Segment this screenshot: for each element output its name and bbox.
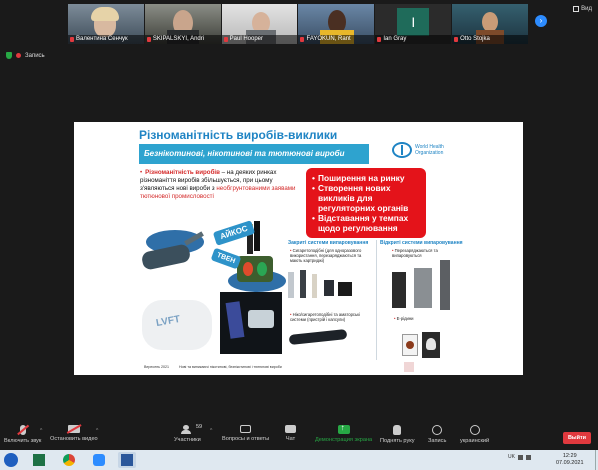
mic-muted-icon (454, 37, 459, 42)
vape-mod-image (414, 268, 432, 308)
participants-icon (181, 425, 193, 434)
stop-video-button[interactable]: Остановить видео (50, 422, 98, 450)
chat-icon (285, 425, 296, 433)
windows-taskbar: UK 12:29 07.09.2021 (0, 450, 598, 470)
open-systems-title: Відкриті системи випаровування (380, 240, 463, 246)
unmute-button[interactable]: Включить звук (4, 422, 41, 450)
participant-name: Otto Stojka (452, 35, 528, 44)
vape-mod-image (440, 260, 450, 310)
participant-initial: I (411, 14, 416, 30)
e-liquid-image (402, 334, 418, 356)
participant-strip: Валентина Сенчук SKIPALSKYI, Andri Paul … (68, 4, 528, 44)
ecig-image (300, 270, 306, 298)
open-item: • Е-рідини (394, 316, 414, 321)
e-liquid-image (422, 332, 440, 358)
participant-name: Paul Hooper (221, 35, 298, 44)
pouch-products-image (220, 292, 282, 354)
chevron-up-icon[interactable]: ^ (40, 428, 42, 434)
closed-item: • Ніко/сигаретоподібні та аматорські сис… (290, 312, 360, 322)
slide-footnote: Вересень 2021 Нові та виникаючі нікотинов… (144, 365, 282, 369)
closed-systems-title: Закриті системи випаровування (288, 240, 369, 246)
chevron-up-icon[interactable]: ^ (210, 428, 212, 434)
participants-count: 59 (196, 424, 203, 430)
chevron-up-icon[interactable]: ^ (96, 428, 98, 434)
ecig-image (288, 272, 294, 298)
record-icon (432, 425, 443, 435)
qa-icon (240, 425, 252, 433)
participant-tile[interactable]: Otto Stojka (452, 4, 528, 44)
share-screen-button[interactable]: Демонстрация экрана (315, 422, 372, 450)
participant-tile[interactable]: FAYOKUN, Rant (298, 4, 375, 44)
mic-muted-icon (300, 37, 305, 42)
taskbar-clock[interactable]: 12:29 07.09.2021 (556, 453, 584, 467)
meeting-toolbar: Включить звук ^ Остановить видео ^ Участ… (0, 422, 598, 450)
start-button[interactable] (4, 453, 18, 467)
challenges-box: • Поширення на ринку • Створення нових вик… (306, 168, 426, 238)
who-emblem-icon (392, 142, 412, 158)
recording-indicator: Запись (6, 52, 45, 59)
participant-name: Валентина Сенчук (68, 35, 144, 44)
record-dot-icon (16, 53, 21, 58)
next-page-arrow-icon[interactable]: › (535, 15, 547, 27)
zoom-webinar-window: Валентина Сенчук SKIPALSKYI, Andri Paul … (0, 0, 598, 470)
hand-icon (393, 425, 402, 435)
vape-mod-image (392, 272, 406, 308)
share-screen-icon (337, 423, 350, 434)
closed-item: • Сигаретоподібні (для одноразового вико… (290, 248, 362, 263)
shield-icon (6, 52, 12, 59)
raise-hand-button[interactable]: Поднять руку (380, 422, 415, 450)
tven-label: ТВЕН (210, 247, 242, 270)
participant-tile[interactable]: SKIPALSKYI, Andri (144, 4, 221, 44)
chat-button[interactable]: Чат (285, 422, 296, 450)
open-item: • Перезаряджаються та випаровуються (392, 248, 438, 258)
taskbar-app-chrome[interactable] (60, 452, 78, 468)
volume-icon[interactable] (525, 454, 531, 460)
ecig-box-image (324, 280, 334, 296)
ecig-box-image (338, 282, 352, 296)
leave-button[interactable]: Выйти (563, 432, 591, 444)
ecig-image (312, 274, 317, 298)
system-tray: UK (508, 454, 531, 460)
grid-icon (573, 6, 580, 12)
taskbar-app-excel[interactable] (30, 452, 48, 468)
participant-name: SKIPALSKYI, Andri (144, 35, 221, 44)
microphone-muted-icon (19, 425, 26, 435)
interpretation-button[interactable]: украинский (460, 422, 489, 450)
participant-tile[interactable]: Валентина Сенчук (68, 4, 144, 44)
e-liquid-image (404, 362, 414, 372)
taskbar-app-word[interactable] (118, 452, 136, 468)
record-button[interactable]: Запись (428, 422, 446, 450)
mic-muted-icon (377, 37, 382, 42)
nicotine-pouch-image: LVFT (142, 300, 212, 350)
participant-tile[interactable]: I Ian Gray (375, 4, 452, 44)
slide-title: Різноманітність виробів-виклики (139, 128, 338, 142)
divider (376, 240, 377, 360)
participant-name: Ian Gray (375, 35, 452, 44)
shared-screen-slide: Різноманітність виробів-виклики Безнікот… (74, 122, 523, 375)
taskbar-app-zoom[interactable] (90, 452, 108, 468)
participant-tile[interactable]: Paul Hooper (221, 4, 298, 44)
qa-button[interactable]: Вопросы и ответы (222, 422, 269, 450)
mic-muted-icon (70, 37, 74, 42)
camera-off-icon (67, 425, 80, 433)
participant-name: FAYOKUN, Rant (298, 35, 375, 44)
products-image: АЙКОС ТВЕН (134, 218, 302, 298)
heated-tobacco-image (237, 256, 273, 282)
mic-muted-icon (223, 37, 228, 42)
globe-icon (469, 425, 480, 435)
slide-subtitle: Безнікотинові, нікотинові та тютюнові ви… (139, 144, 369, 164)
view-button[interactable]: Вид (573, 6, 592, 12)
who-logo: World Health Organization (392, 142, 453, 158)
slide-bullet: • Різноманітність виробів – на деяких рин… (140, 169, 296, 200)
network-icon[interactable] (517, 454, 523, 460)
mic-muted-icon (146, 37, 151, 42)
pod-device-image (288, 328, 348, 346)
